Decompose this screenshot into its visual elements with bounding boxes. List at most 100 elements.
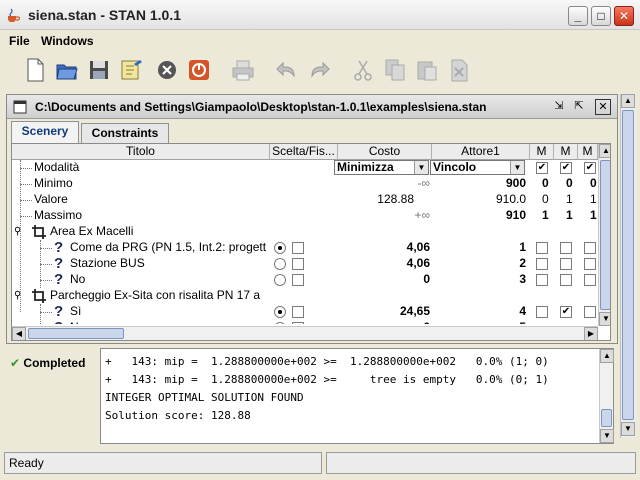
close-button[interactable]: ✕ xyxy=(614,6,634,26)
m2-checkbox[interactable] xyxy=(560,274,572,286)
fixed-checkbox[interactable] xyxy=(292,306,304,318)
header-m2[interactable]: M xyxy=(554,144,578,160)
tab-constraints[interactable]: Constraints xyxy=(81,123,169,143)
scroll-right-icon[interactable]: ▶ xyxy=(584,327,598,340)
save-button[interactable] xyxy=(86,56,112,84)
m2-checkbox[interactable] xyxy=(560,242,572,254)
attore-value: 2 xyxy=(519,256,526,270)
desktop-vertical-scrollbar[interactable]: ▲ ▼ xyxy=(620,94,636,438)
iconify-button[interactable]: ⇲ xyxy=(551,99,567,115)
attore-mode-value: Vincolo xyxy=(433,160,477,174)
tree-group[interactable]: ⚲ Parcheggio Ex-Sita con risalita PN 17 … xyxy=(12,288,598,304)
m2-checkbox[interactable] xyxy=(560,258,572,270)
scroll-thumb[interactable] xyxy=(600,160,610,310)
expand-icon[interactable]: ⚲ xyxy=(14,288,24,304)
scenery-panel: Titolo Scelta/Fis... Costo Attore1 M M M… xyxy=(11,143,611,341)
table-header: Titolo Scelta/Fis... Costo Attore1 M M M xyxy=(12,144,598,160)
print-button[interactable] xyxy=(230,56,256,84)
table-vertical-scrollbar[interactable]: ▲ ▼ xyxy=(598,144,610,326)
scroll-down-icon[interactable]: ▼ xyxy=(599,312,610,326)
new-document-button[interactable] xyxy=(22,56,48,84)
m1-value: 0 xyxy=(542,176,549,190)
m3-checkbox[interactable]: ✔ xyxy=(584,162,596,174)
question-icon: ? xyxy=(54,303,64,320)
m3-checkbox[interactable] xyxy=(584,306,596,318)
m3-checkbox[interactable] xyxy=(584,274,596,286)
option-label: Come da PRG (PN 1.5, Int.2: progett xyxy=(70,240,267,254)
m3-value: 1 xyxy=(590,208,597,222)
maximize-button[interactable]: □ xyxy=(591,6,611,26)
m3-checkbox[interactable] xyxy=(584,258,596,270)
scroll-down-icon[interactable]: ▼ xyxy=(600,429,614,443)
header-scelta[interactable]: Scelta/Fis... xyxy=(270,144,338,160)
tab-scenery[interactable]: Scenery xyxy=(11,121,79,143)
scroll-up-icon[interactable]: ▲ xyxy=(600,349,614,363)
printer-icon xyxy=(232,60,254,81)
group-label: Area Ex Macelli xyxy=(50,224,134,238)
fixed-checkbox[interactable] xyxy=(292,242,304,254)
header-costo[interactable]: Costo xyxy=(338,144,432,160)
title-bar: siena.stan - STAN 1.0.1 _ □ ✕ xyxy=(0,0,640,30)
costo-mode-select[interactable]: Minimizza ▼ xyxy=(334,160,429,175)
scroll-down-icon[interactable]: ▼ xyxy=(621,422,635,436)
status-bar-secondary xyxy=(326,452,636,474)
scroll-left-icon[interactable]: ◀ xyxy=(12,327,26,340)
header-m3[interactable]: M xyxy=(578,144,598,160)
m1-checkbox[interactable] xyxy=(536,274,548,286)
undo-button[interactable] xyxy=(274,56,300,84)
stop-button[interactable] xyxy=(154,56,180,84)
restore-button[interactable]: ⇱ xyxy=(571,99,587,115)
tree-group[interactable]: ⚲ Area Ex Macelli xyxy=(12,224,598,240)
choice-radio[interactable] xyxy=(274,306,286,318)
costo-value: -∞ xyxy=(417,176,430,190)
power-button[interactable] xyxy=(186,56,212,84)
table-row: Massimo +∞ 910 1 1 1 xyxy=(12,208,598,224)
row-label: Minimo xyxy=(34,176,73,190)
scroll-up-icon[interactable]: ▲ xyxy=(599,144,610,158)
copy-button[interactable] xyxy=(382,56,408,84)
redo-button[interactable] xyxy=(306,56,332,84)
table-horizontal-scrollbar[interactable]: ◀ ▶ xyxy=(12,326,598,340)
scroll-thumb[interactable] xyxy=(601,409,612,427)
m2-checkbox[interactable]: ✔ xyxy=(560,306,572,318)
properties-button[interactable] xyxy=(118,56,144,84)
output-line: Solution score: 128.88 xyxy=(105,409,251,422)
fixed-checkbox[interactable] xyxy=(292,274,304,286)
m3-checkbox[interactable] xyxy=(584,242,596,254)
row-label: Massimo xyxy=(34,208,83,222)
attore-mode-select[interactable]: Vincolo ▼ xyxy=(430,160,525,175)
m2-value: 1 xyxy=(566,208,573,222)
m1-checkbox[interactable] xyxy=(536,242,548,254)
document-icon xyxy=(13,100,27,114)
expand-icon[interactable]: ⚲ xyxy=(14,224,24,240)
menu-file[interactable]: File xyxy=(9,34,30,48)
fixed-checkbox[interactable] xyxy=(292,322,304,324)
paste-button[interactable] xyxy=(414,56,440,84)
fixed-checkbox[interactable] xyxy=(292,258,304,270)
menu-windows[interactable]: Windows xyxy=(41,34,94,48)
delete-button[interactable] xyxy=(446,56,472,84)
choice-radio[interactable] xyxy=(274,322,286,324)
header-m1[interactable]: M xyxy=(530,144,554,160)
output-scrollbar[interactable]: ▲ ▼ xyxy=(599,349,614,443)
document-path: C:\Documents and Settings\Giampaolo\Desk… xyxy=(35,100,487,114)
choice-radio[interactable] xyxy=(274,258,286,270)
scroll-up-icon[interactable]: ▲ xyxy=(621,94,635,108)
m2-checkbox[interactable]: ✔ xyxy=(560,162,572,174)
minimize-button[interactable]: _ xyxy=(568,6,588,26)
frame-close-button[interactable]: ✕ xyxy=(595,99,611,115)
m1-checkbox[interactable]: ✔ xyxy=(536,162,548,174)
header-attore1[interactable]: Attore1 xyxy=(432,144,530,160)
scroll-thumb[interactable] xyxy=(28,328,124,339)
m1-checkbox[interactable] xyxy=(536,258,548,270)
attore-value: 910.0 xyxy=(495,192,526,206)
scroll-thumb[interactable] xyxy=(622,110,634,420)
row-label: Valore xyxy=(34,192,68,206)
cut-button[interactable] xyxy=(350,56,376,84)
open-button[interactable] xyxy=(54,56,80,84)
m1-checkbox[interactable] xyxy=(536,306,548,318)
header-titolo[interactable]: Titolo xyxy=(12,144,270,160)
table-row: Valore 128.88 910.0 0 1 1 xyxy=(12,192,598,208)
choice-radio[interactable] xyxy=(274,274,286,286)
choice-radio[interactable] xyxy=(274,242,286,254)
